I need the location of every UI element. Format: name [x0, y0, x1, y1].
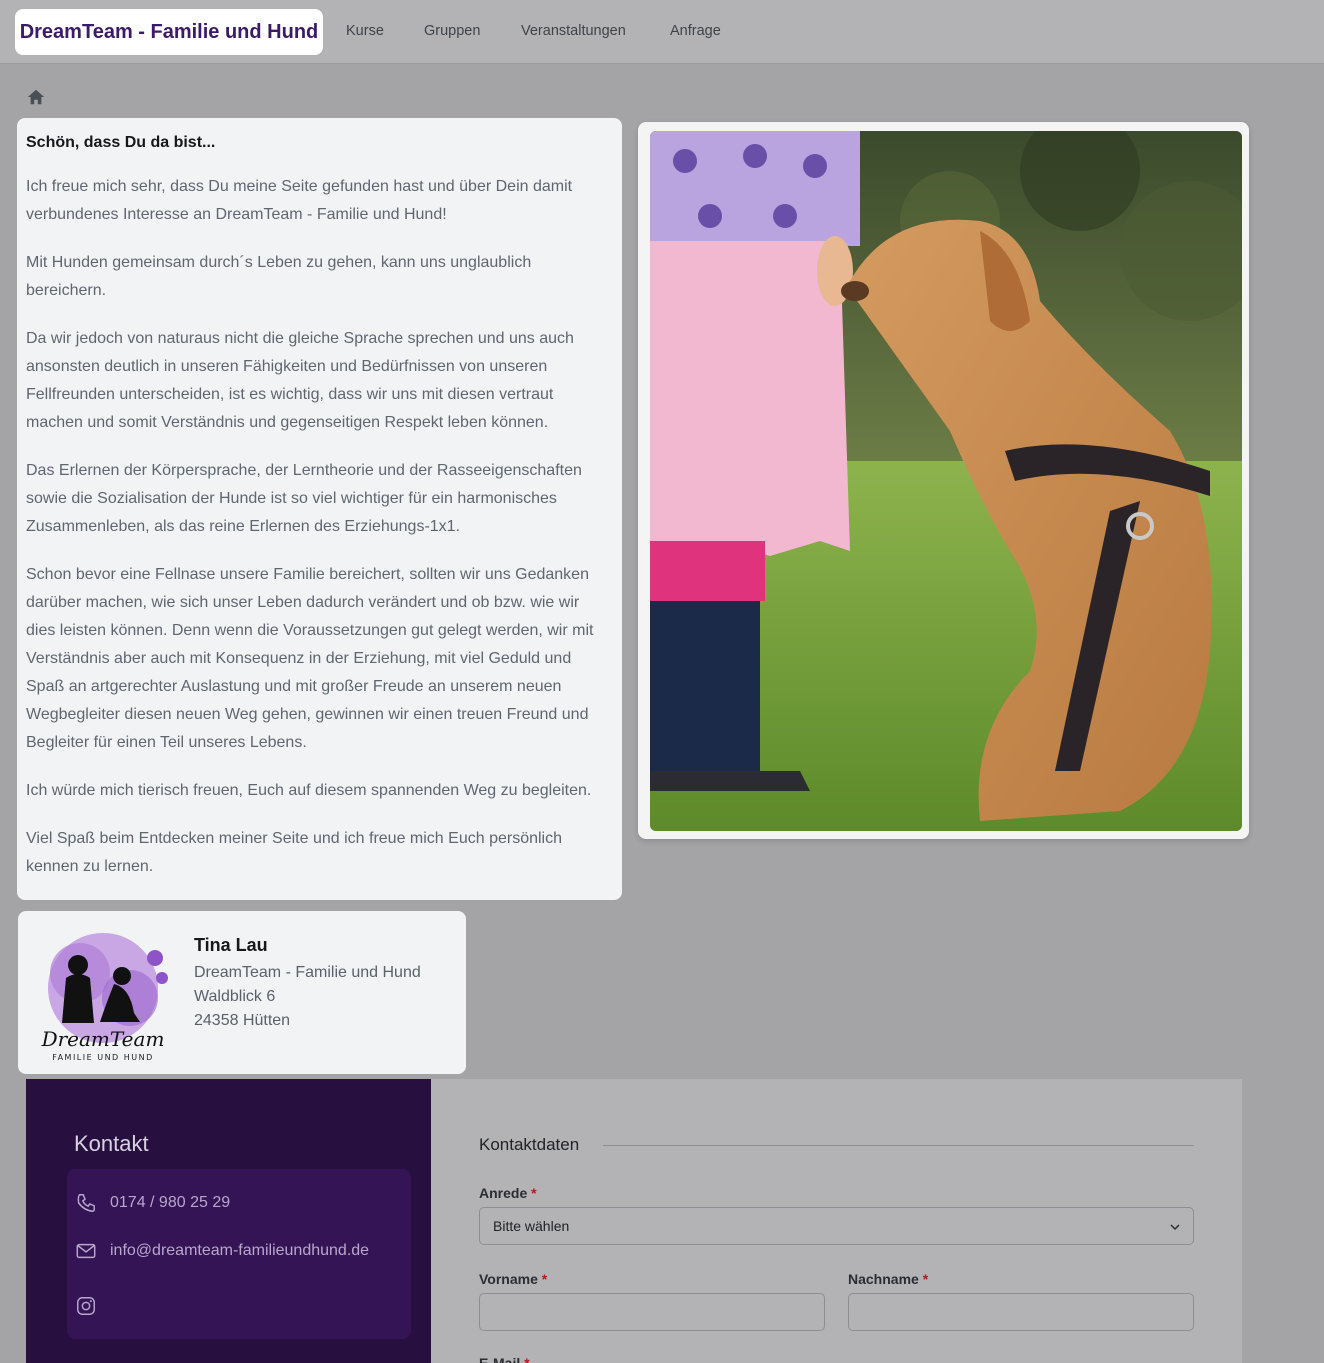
contact-title: Kontakt: [74, 1131, 149, 1156]
nav-link-veranstaltungen[interactable]: Veranstaltungen: [521, 23, 626, 39]
firstname-input[interactable]: [479, 1293, 825, 1331]
contact-form: Kontaktdaten Anrede * Bitte wählen Vorna…: [431, 1079, 1242, 1363]
street-address: Waldblick 6: [194, 988, 276, 1005]
section-divider: [603, 1145, 1194, 1146]
city-address: 24358 Hütten: [194, 1012, 291, 1029]
welcome-paragraph: Mit Hunden gemeinsam durch´s Leben zu ge…: [26, 254, 532, 299]
email-link[interactable]: info@dreamteam-familieundhund.de: [110, 1242, 369, 1260]
instagram-icon[interactable]: [75, 1295, 97, 1317]
address-card: DreamTeam FAMILIE UND HUND Tina Lau Drea…: [18, 911, 466, 1074]
welcome-card: Schön, dass Du da bist... Ich freue mich…: [17, 118, 622, 900]
nav-link-gruppen[interactable]: Gruppen: [424, 23, 480, 39]
welcome-paragraph: Ich freue mich sehr, dass Du meine Seite…: [26, 178, 573, 223]
welcome-paragraph: Viel Spaß beim Entdecken meiner Seite un…: [26, 830, 562, 875]
phone-icon: [77, 1194, 95, 1212]
nav-link-anfrage[interactable]: Anfrage: [670, 23, 721, 39]
welcome-paragraph: Da wir jedoch von naturaus nicht die gle…: [26, 330, 574, 431]
welcome-paragraph: Schon bevor eine Fellnase unsere Familie…: [26, 566, 594, 751]
dreamteam-logo: DreamTeam FAMILIE UND HUND: [41, 933, 168, 1062]
mail-icon: [76, 1243, 96, 1259]
firstname-label: Vorname *: [479, 1271, 548, 1287]
lastname-label: Nachname *: [848, 1271, 929, 1287]
svg-text:FAMILIE UND HUND: FAMILIE UND HUND: [52, 1053, 154, 1062]
brand-logo-link[interactable]: DreamTeam - Familie und Hund: [15, 9, 323, 55]
chevron-down-icon: [1170, 1224, 1180, 1231]
contact-panel: Kontakt 0174 / 980 25 29 info@dreamteam-…: [26, 1079, 431, 1363]
welcome-paragraph: Ich würde mich tierisch freuen, Euch auf…: [26, 782, 592, 799]
girl-and-puppy-photo: [650, 131, 1242, 831]
salutation-select[interactable]: Bitte wählen: [479, 1207, 1194, 1245]
phone-number-link[interactable]: 0174 / 980 25 29: [110, 1194, 230, 1212]
top-navigation: DreamTeam - Familie und Hund Kurse Grupp…: [0, 0, 1324, 64]
welcome-heading: Schön, dass Du da bist...: [26, 134, 216, 151]
lastname-input[interactable]: [848, 1293, 1194, 1331]
hero-image-card: [638, 122, 1249, 839]
company-name: DreamTeam - Familie und Hund: [194, 964, 421, 981]
nav-link-kurse[interactable]: Kurse: [346, 23, 384, 39]
welcome-paragraph: Das Erlernen der Körpersprache, der Lern…: [26, 462, 582, 535]
svg-text:DreamTeam: DreamTeam: [41, 1027, 165, 1051]
salutation-label: Anrede *: [479, 1185, 537, 1201]
contact-info-box: 0174 / 980 25 29 info@dreamteam-familieu…: [67, 1169, 411, 1339]
owner-name: Tina Lau: [194, 935, 268, 955]
home-icon[interactable]: [27, 88, 45, 106]
email-label: E-Mail *: [479, 1355, 530, 1363]
form-section-title: Kontaktdaten: [479, 1135, 580, 1154]
